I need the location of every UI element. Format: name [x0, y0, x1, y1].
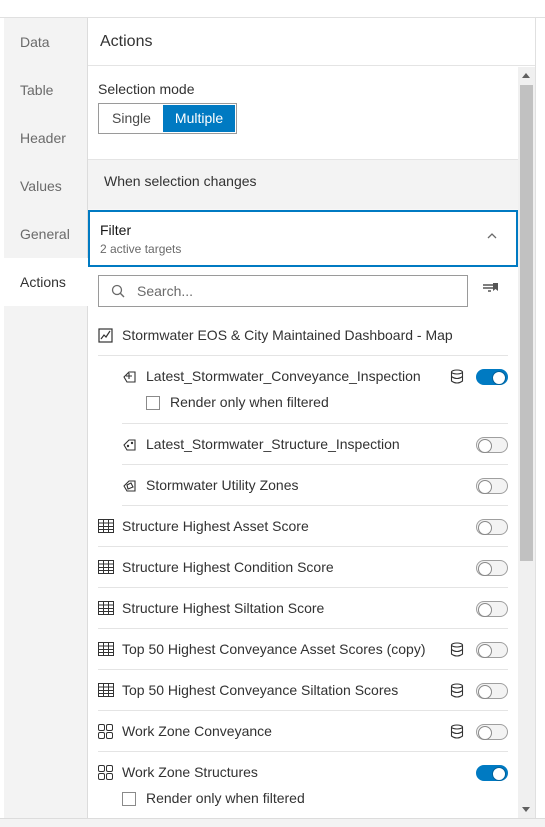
multiple-mode-button[interactable]: Multiple: [162, 105, 236, 132]
layer-row-conveyance: Latest_Stormwater_Conveyance_Inspection …: [122, 356, 508, 424]
widget-row: Top 50 Highest Conveyance Asset Scores (…: [98, 629, 508, 670]
widget-toggle[interactable]: [476, 724, 508, 740]
grid-icon: [98, 765, 113, 780]
widget-toggle[interactable]: [476, 519, 508, 535]
table-icon: [98, 601, 114, 615]
filter-list-icon[interactable]: [482, 281, 500, 297]
line-layer-icon: [123, 371, 136, 383]
settings-tabs: Data Table Header Values General Actions: [4, 18, 88, 818]
layer-label: Latest_Stormwater_Conveyance_Inspection: [146, 368, 421, 384]
map-icon: [98, 328, 113, 343]
scroll-up-arrow-icon[interactable]: [522, 73, 530, 78]
selection-mode-segmented-control: Single Multiple: [98, 103, 238, 134]
widget-toggle[interactable]: [476, 642, 508, 658]
scroll-down-arrow-icon[interactable]: [522, 807, 530, 812]
layer-row-utility-zones: Stormwater Utility Zones: [122, 465, 508, 506]
table-icon: [98, 642, 114, 656]
bottom-edge: [0, 818, 545, 827]
render-only-when-filtered-checkbox[interactable]: [122, 792, 136, 806]
filter-action-block[interactable]: Filter 2 active targets: [88, 210, 518, 267]
widget-label: Work Zone Conveyance: [122, 723, 272, 739]
panel-scroll-area: Selection mode Single Multiple When sele…: [88, 67, 518, 818]
search-input[interactable]: [137, 276, 457, 306]
tab-header[interactable]: Header: [4, 114, 87, 162]
widget-row: Top 50 Highest Conveyance Siltation Scor…: [98, 670, 508, 711]
render-only-when-filtered-checkbox[interactable]: [146, 396, 160, 410]
widget-label: Top 50 Highest Conveyance Siltation Scor…: [122, 682, 399, 698]
search-icon: [111, 284, 125, 298]
render-only-when-filtered-option: Render only when filtered: [122, 788, 322, 812]
layer-toggle[interactable]: [476, 369, 508, 385]
database-icon: [450, 642, 464, 657]
layer-toggle[interactable]: [476, 478, 508, 494]
widget-label: Top 50 Highest Conveyance Asset Scores (…: [122, 641, 426, 657]
render-only-when-filtered-option: Render only when filtered: [146, 392, 346, 416]
database-icon: [450, 683, 464, 698]
when-selection-changes-header: When selection changes: [88, 160, 518, 209]
widget-row: Structure Highest Siltation Score: [98, 588, 508, 629]
scrollbar-thumb[interactable]: [520, 85, 533, 561]
widget-label: Structure Highest Asset Score: [122, 518, 309, 534]
widget-label: Structure Highest Siltation Score: [122, 600, 325, 616]
grid-icon: [98, 724, 113, 739]
polygon-layer-icon: [123, 480, 136, 492]
tab-table[interactable]: Table: [4, 66, 87, 114]
render-only-when-filtered-label: Render only when filtered: [146, 790, 305, 806]
point-layer-icon: [123, 439, 136, 451]
layer-row-structure: Latest_Stormwater_Structure_Inspection: [122, 424, 508, 465]
widget-label: Work Zone Structures: [122, 764, 258, 780]
widget-toggle[interactable]: [476, 560, 508, 576]
widget-toggle[interactable]: [476, 683, 508, 699]
vertical-scrollbar[interactable]: [518, 67, 535, 818]
widget-row: Work Zone Conveyance: [98, 711, 508, 752]
tab-data[interactable]: Data: [4, 18, 87, 66]
target-list: Stormwater EOS & City Maintained Dashboa…: [88, 267, 518, 818]
table-icon: [98, 683, 114, 697]
widget-label: Structure Highest Condition Score: [122, 559, 334, 575]
single-mode-button[interactable]: Single: [100, 105, 163, 132]
layer-toggle[interactable]: [476, 437, 508, 453]
database-icon: [450, 724, 464, 739]
database-icon: [450, 369, 464, 384]
widget-row: Structure Highest Condition Score: [98, 547, 508, 588]
render-only-when-filtered-label: Render only when filtered: [170, 394, 329, 410]
table-icon: [98, 560, 114, 574]
right-edge: [535, 18, 545, 818]
filter-active-targets: 2 active targets: [100, 242, 182, 256]
tab-actions[interactable]: Actions: [4, 258, 88, 306]
map-row: Stormwater EOS & City Maintained Dashboa…: [98, 315, 508, 356]
actions-panel: Actions Selection mode Single Multiple W…: [88, 18, 535, 818]
layer-label: Stormwater Utility Zones: [146, 477, 299, 493]
widget-row: Structure Highest Asset Score: [98, 506, 508, 547]
chevron-up-icon[interactable]: [486, 230, 498, 242]
layer-label: Latest_Stormwater_Structure_Inspection: [146, 436, 400, 452]
tab-values[interactable]: Values: [4, 162, 87, 210]
table-icon: [98, 519, 114, 533]
selection-mode-label: Selection mode: [98, 81, 195, 97]
app-top-bar: [0, 0, 545, 18]
search-box: [98, 275, 468, 307]
widget-row: Work Zone Structures Render only when fi…: [98, 752, 508, 818]
filter-title: Filter: [100, 222, 132, 238]
widget-toggle[interactable]: [476, 601, 508, 617]
panel-title: Actions: [88, 18, 535, 66]
tab-general[interactable]: General: [4, 210, 87, 258]
map-label: Stormwater EOS & City Maintained Dashboa…: [122, 327, 453, 343]
widget-toggle[interactable]: [476, 765, 508, 781]
selection-mode-section: Selection mode Single Multiple: [88, 67, 518, 160]
